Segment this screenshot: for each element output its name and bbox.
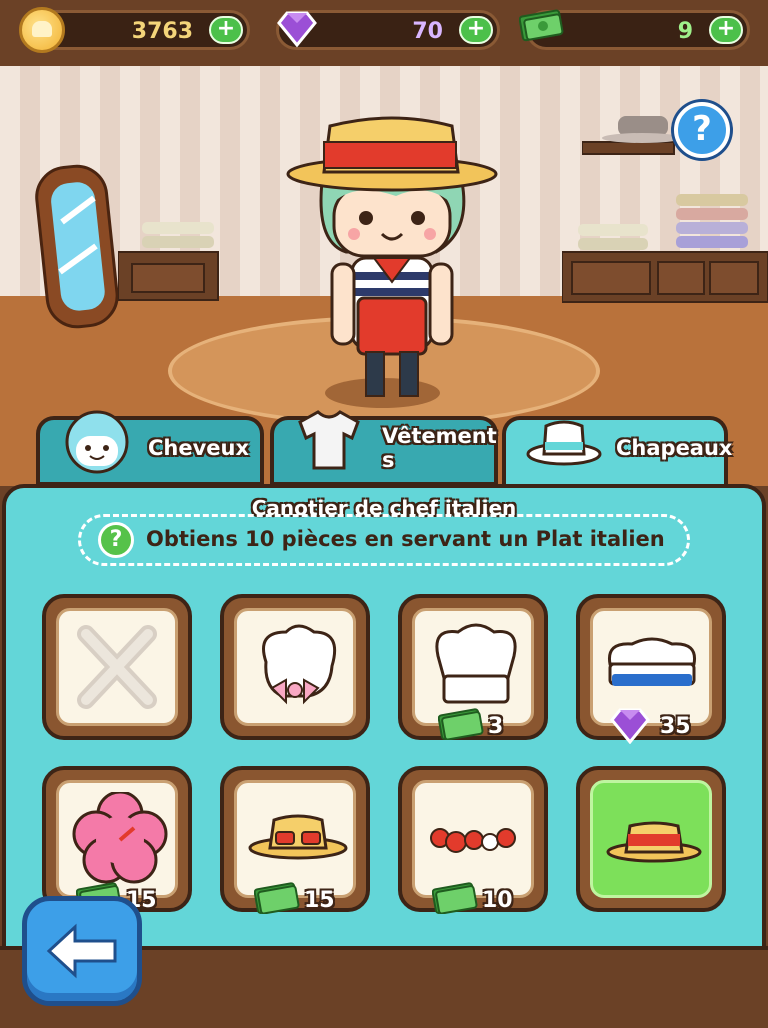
item-slot-chef-toque[interactable]: 3 [398,594,548,740]
cash-value: 9 [677,19,693,44]
tab-clothes-label: Vêtement s [382,424,497,472]
item-slot-red-bead-headband[interactable]: 10 [398,766,548,914]
item-price: 15 [304,888,335,913]
coins-value: 3763 [131,19,193,44]
back-button[interactable] [22,896,142,1006]
question-icon: ? [98,522,134,558]
add-cash-button[interactable]: + [709,16,743,44]
left-cabinet [118,222,219,301]
sailor-cap-icon [607,637,697,686]
help-button[interactable]: ? [674,102,730,158]
chef-hat-bow-icon [262,624,337,705]
gem-icon [277,11,317,48]
tab-hats[interactable]: Chapeaux [502,416,732,490]
tab-hats-label: Chapeaux [616,436,733,460]
back-arrow-icon [46,923,117,979]
item-slot-none[interactable] [42,594,192,740]
add-coins-button[interactable]: + [209,16,243,44]
tab-clothes[interactable]: Vêtement s [270,410,498,486]
item-slot-chef-hat-bow[interactable] [220,594,370,740]
cash-price-icon [254,882,300,914]
hair-icon [65,410,129,474]
item-price: 35 [660,714,691,739]
chef-character [286,116,498,397]
item-slot-hibiscus[interactable]: 15 [42,766,192,914]
add-gems-button[interactable]: + [459,16,493,44]
cash-icon [519,9,564,42]
coin-icon [19,7,65,53]
boater-hat-icon [606,821,702,863]
tab-hair-label: Cheveux [148,436,250,460]
cash-price-icon [438,708,484,740]
straw-hat-sunglasses-icon [248,814,348,860]
gems-counter: 70 + [276,10,500,50]
item-price: 3 [488,714,504,739]
hat-icon [526,420,602,466]
gem-price-icon [610,708,650,744]
chef-toque-icon [435,623,517,704]
item-price: 10 [482,888,513,913]
cash-counter: 9 + [519,9,750,50]
item-slot-boater-hat-selected[interactable] [576,766,726,912]
shelf-with-hat [582,116,682,155]
mirror-decoration [35,164,119,329]
item-slot-sailor-cap[interactable]: 35 [576,594,726,744]
tab-hair[interactable]: Cheveux [36,410,264,486]
hibiscus-flower-icon [72,792,168,884]
coins-counter: 3763 + [19,7,250,53]
red-bead-headband-icon [430,828,516,853]
shirt-icon [298,410,360,470]
item-slot-straw-hat-sunglasses[interactable]: 15 [220,766,370,914]
gems-value: 70 [412,19,443,44]
right-cabinet [562,194,768,303]
unlock-hint-text: Obtiens 10 pièces en servant un Plat ita… [146,527,665,551]
cash-price-icon [432,882,478,914]
none-x-icon [77,625,157,709]
